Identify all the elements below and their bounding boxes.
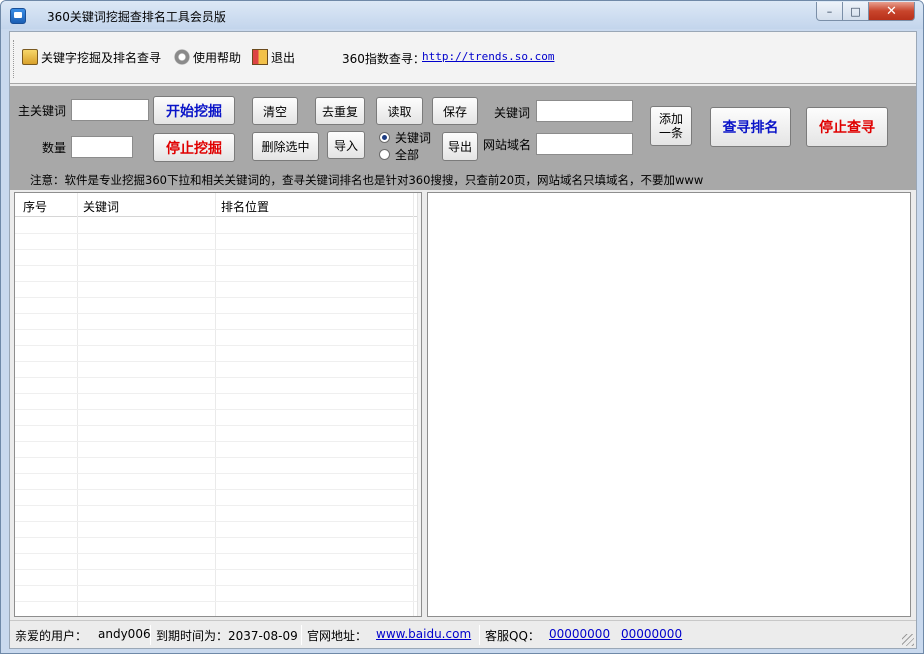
menu-help-label: 使用帮助 — [193, 50, 242, 65]
main-keyword-input[interactable] — [71, 99, 149, 121]
status-bar: 亲爱的用户： andy006 到期时间为：2037-08-09 官网地址： ww… — [10, 620, 916, 648]
radio-keyword[interactable]: 关键词 — [379, 129, 431, 146]
status-divider — [150, 625, 151, 645]
add-one-button[interactable]: 添加 一条 — [650, 106, 692, 146]
user-name: andy006 — [98, 627, 151, 641]
start-mining-button[interactable]: 开始挖掘 — [153, 96, 235, 125]
row-gridline — [15, 345, 421, 346]
row-gridline — [15, 409, 421, 410]
stop-mining-button[interactable]: 停止挖掘 — [153, 133, 235, 162]
expire-date: 到期时间为：2037-08-09 — [156, 629, 298, 643]
window-title: 360关键词挖掘查排名工具会员版 — [47, 10, 226, 24]
main-keyword-label: 主关键词 — [18, 104, 67, 118]
add-one-label-1: 添加 — [658, 112, 683, 126]
maximize-button[interactable]: □ — [842, 2, 869, 21]
menu-keyword-mining-label: 关键字挖掘及排名查寻 — [41, 50, 162, 65]
domain-label: 网站域名 — [483, 138, 532, 152]
status-divider — [479, 625, 480, 645]
radio-keyword-dot — [379, 132, 390, 143]
index-query-label: 360指数查寻： — [342, 52, 425, 66]
radio-all[interactable]: 全部 — [379, 146, 419, 163]
row-gridline — [15, 441, 421, 442]
user-label: 亲爱的用户： — [15, 629, 88, 643]
app-icon — [10, 8, 26, 24]
keyword-input[interactable] — [536, 100, 633, 122]
row-gridline — [15, 569, 421, 570]
gear-icon — [174, 49, 190, 65]
log-pane[interactable] — [427, 192, 911, 617]
query-rank-button[interactable]: 查寻排名 — [710, 107, 791, 147]
site-label: 官网地址： — [307, 629, 368, 643]
qq-link-2[interactable]: 00000000 — [621, 627, 682, 641]
export-button[interactable]: 导出 — [442, 132, 478, 161]
row-gridline — [15, 601, 421, 602]
column-header-index[interactable]: 序号 — [23, 198, 47, 215]
site-link[interactable]: www.baidu.com — [376, 627, 471, 641]
delete-selected-button[interactable]: 删除选中 — [252, 132, 319, 161]
qq-label: 客服QQ： — [485, 629, 540, 643]
import-button[interactable]: 导入 — [327, 131, 365, 159]
row-gridline — [15, 505, 421, 506]
toolbar-grip — [13, 40, 16, 78]
title-bar[interactable]: 360关键词挖掘查排名工具会员版 – □ ✕ — [1, 1, 923, 29]
row-gridline — [15, 361, 421, 362]
radio-all-label: 全部 — [395, 148, 420, 162]
row-gridline — [15, 313, 421, 314]
row-gridline — [15, 553, 421, 554]
add-one-label-2: 一条 — [658, 126, 683, 140]
keyword-label: 关键词 — [494, 106, 531, 120]
list-header: 序号 关键词 排名位置 — [15, 193, 421, 217]
row-gridline — [15, 297, 421, 298]
close-button[interactable]: ✕ — [868, 2, 915, 21]
count-label: 数量 — [42, 141, 67, 155]
row-gridline — [15, 457, 421, 458]
radio-keyword-label: 关键词 — [395, 131, 432, 145]
menu-help[interactable]: 使用帮助 — [174, 48, 241, 66]
dedupe-button[interactable]: 去重复 — [315, 97, 365, 125]
toolbar: 关键字挖掘及排名查寻 使用帮助 退出 360指数查寻： http://trend… — [10, 32, 916, 84]
row-gridline — [15, 265, 421, 266]
resize-grip[interactable] — [902, 634, 914, 646]
clear-button[interactable]: 清空 — [252, 97, 298, 125]
menu-keyword-mining[interactable]: 关键字挖掘及排名查寻 — [22, 48, 161, 66]
index-query-link[interactable]: http://trends.so.com — [422, 50, 554, 63]
minimize-button[interactable]: – — [816, 2, 843, 21]
client-area: 关键字挖掘及排名查寻 使用帮助 退出 360指数查寻： http://trend… — [9, 31, 917, 649]
row-gridline — [15, 377, 421, 378]
save-button[interactable]: 保存 — [432, 97, 478, 125]
row-gridline — [15, 473, 421, 474]
row-gridline — [15, 393, 421, 394]
domain-input[interactable] — [536, 133, 633, 155]
column-header-rank[interactable]: 排名位置 — [221, 198, 269, 215]
notice-text: 注意：软件是专业挖掘360下拉和相关关键词的，查寻关键词排名也是针对360搜搜，… — [30, 173, 704, 187]
row-gridline — [15, 329, 421, 330]
row-gridline — [15, 585, 421, 586]
row-gridline — [15, 489, 421, 490]
result-list[interactable]: 序号 关键词 排名位置 — [14, 192, 422, 617]
control-panel: 主关键词 数量 开始挖掘 停止挖掘 清空 删除选中 去重复 导入 读取 关键词 … — [10, 86, 916, 190]
status-divider — [301, 625, 302, 645]
column-header-keyword[interactable]: 关键词 — [83, 198, 119, 215]
row-gridline — [15, 537, 421, 538]
qq-link-1[interactable]: 00000000 — [549, 627, 610, 641]
exit-icon — [252, 49, 268, 65]
home-icon — [22, 49, 38, 65]
list-scroll-edge — [417, 193, 421, 616]
radio-all-dot — [379, 149, 390, 160]
menu-exit-label: 退出 — [271, 50, 296, 65]
menu-exit[interactable]: 退出 — [252, 48, 295, 66]
stop-query-button[interactable]: 停止查寻 — [806, 107, 888, 147]
app-window: 360关键词挖掘查排名工具会员版 – □ ✕ 关键字挖掘及排名查寻 使用帮助 退… — [0, 0, 924, 654]
row-gridline — [15, 233, 421, 234]
row-gridline — [15, 249, 421, 250]
row-gridline — [15, 281, 421, 282]
count-input[interactable] — [71, 136, 133, 158]
read-button[interactable]: 读取 — [376, 97, 423, 125]
row-gridline — [15, 521, 421, 522]
row-gridline — [15, 425, 421, 426]
